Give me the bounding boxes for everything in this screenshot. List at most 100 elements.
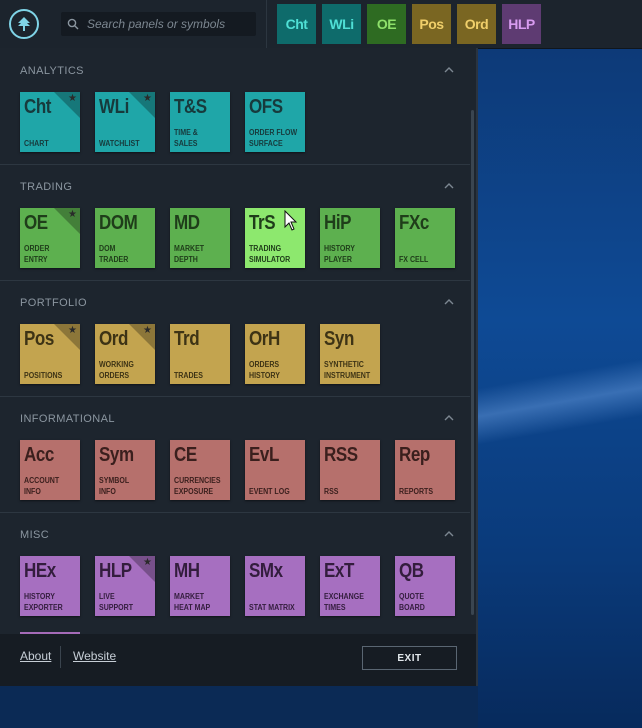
section-title: MISC — [20, 529, 50, 541]
tile-abbreviation: Syn — [324, 328, 354, 350]
section-title: INFORMATIONAL — [20, 413, 115, 425]
quick-tile-pos[interactable]: Pos — [412, 4, 451, 44]
panel-tile-ts[interactable]: T&S TIME & SALES — [170, 92, 230, 152]
section-title: TRADING — [20, 181, 73, 193]
about-link[interactable]: About — [20, 649, 51, 663]
tile-abbreviation: FXc — [399, 212, 429, 234]
panel-tile-qb[interactable]: QB QUOTE BOARD — [395, 556, 455, 616]
tile-abbreviation: CE — [174, 444, 197, 466]
collapse-chevron-up-icon[interactable] — [443, 181, 455, 191]
panel-tile-pos[interactable]: ★ Pos POSITIONS — [20, 324, 80, 384]
tile-label: STAT MATRIX — [249, 603, 295, 612]
tile-abbreviation: Sym — [99, 444, 134, 466]
quick-tile-ord[interactable]: Ord — [457, 4, 496, 44]
panel-tile-ext[interactable]: ExT EXCHANGE TIMES — [320, 556, 380, 616]
section-trading: TRADING ★ OE ORDER ENTRY DOM DOM TRADER MD MARK… — [0, 164, 470, 281]
panel-tile-oe[interactable]: ★ OE ORDER ENTRY — [20, 208, 80, 268]
tile-label: WATCHLIST — [99, 139, 140, 148]
tile-abbreviation: MH — [174, 560, 200, 582]
panel-tile-rss[interactable]: RSS RSS — [320, 440, 380, 500]
website-link[interactable]: Website — [73, 649, 116, 663]
tile-abbreviation: HEx — [24, 560, 56, 582]
panel-tile-ofs[interactable]: OFS ORDER FLOW SURFACE — [245, 92, 305, 152]
tile-label: MARKET HEAT MAP — [174, 592, 211, 612]
footer-divider — [60, 646, 61, 668]
tile-abbreviation: Rep — [399, 444, 430, 466]
panel-tile-trd[interactable]: Trd TRADES — [170, 324, 230, 384]
tile-abbreviation: OFS — [249, 96, 283, 118]
tile-abbreviation: ExT — [324, 560, 354, 582]
panel-tile-hex[interactable]: HEx HISTORY EXPORTER — [20, 556, 80, 616]
tile-abbreviation: QB — [399, 560, 424, 582]
panel-tile-ce[interactable]: CE CURRENCIES EXPOSURE — [170, 440, 230, 500]
section-misc: MISC HEx HISTORY EXPORTER ★ HLP LIVE SUPPORT M… — [0, 512, 470, 634]
tile-label: EVENT LOG — [249, 487, 290, 496]
collapse-chevron-up-icon[interactable] — [443, 529, 455, 539]
panel-tile-sym[interactable]: Sym SYMBOL INFO — [95, 440, 155, 500]
tile-label: FX CELL — [399, 255, 429, 264]
tile-abbreviation: Cht — [24, 96, 52, 118]
panel-tile-dom[interactable]: DOM DOM TRADER — [95, 208, 155, 268]
collapse-chevron-up-icon[interactable] — [443, 413, 455, 423]
quick-tile-hlp[interactable]: HLP — [502, 4, 541, 44]
favorite-star-icon[interactable]: ★ — [143, 325, 152, 337]
tile-abbreviation: Ord — [99, 328, 128, 350]
favorite-star-icon[interactable]: ★ — [68, 93, 77, 105]
collapse-chevron-up-icon[interactable] — [443, 297, 455, 307]
tile-abbreviation: OrH — [249, 328, 280, 350]
collapse-chevron-up-icon[interactable] — [443, 65, 455, 75]
tile-label: POSITIONS — [24, 371, 63, 380]
panel-tile-syn[interactable]: Syn SYNTHETIC INSTRUMENT — [320, 324, 380, 384]
tile-abbreviation: Acc — [24, 444, 54, 466]
panel-tile-hip[interactable]: HiP HISTORY PLAYER — [320, 208, 380, 268]
tile-label: RSS — [324, 487, 339, 496]
top-bar: ChtWLiOEPosOrdHLP — [0, 0, 642, 49]
scrollbar[interactable] — [471, 110, 474, 615]
tile-label: ACCOUNT INFO — [24, 476, 60, 496]
mouse-cursor-icon — [284, 210, 298, 231]
panel-tile-orh[interactable]: OrH ORDERS HISTORY — [245, 324, 305, 384]
app-logo[interactable] — [0, 0, 48, 48]
panel-tile-mh[interactable]: MH MARKET HEAT MAP — [170, 556, 230, 616]
panel-tile-fxc[interactable]: FXc FX CELL — [395, 208, 455, 268]
search-box[interactable] — [61, 12, 256, 36]
search-icon — [67, 18, 79, 30]
tile-label: TIME & SALES — [174, 128, 198, 148]
tile-abbreviation: HiP — [324, 212, 352, 234]
favorite-star-icon[interactable]: ★ — [143, 557, 152, 569]
tile-label: CHART — [24, 139, 49, 148]
panel-tile-rep[interactable]: Rep REPORTS — [395, 440, 455, 500]
favorite-star-icon[interactable]: ★ — [68, 325, 77, 337]
favorite-star-icon[interactable]: ★ — [143, 93, 152, 105]
panel-tile-md[interactable]: MD MARKET DEPTH — [170, 208, 230, 268]
favorite-star-icon[interactable]: ★ — [68, 209, 77, 221]
quick-tile-wli[interactable]: WLi — [322, 4, 361, 44]
tile-label: MARKET DEPTH — [174, 244, 205, 264]
tile-label: ORDER FLOW SURFACE — [249, 128, 298, 148]
search-input[interactable] — [85, 16, 249, 32]
tile-label: EXCHANGE TIMES — [324, 592, 364, 612]
panel-tile-wli[interactable]: ★ WLi WATCHLIST — [95, 92, 155, 152]
tile-label: REPORTS — [399, 487, 434, 496]
panel-tile-ord[interactable]: ★ Ord WORKING ORDERS — [95, 324, 155, 384]
tile-abbreviation: Trd — [174, 328, 200, 350]
tile-abbreviation: MD — [174, 212, 200, 234]
tile-label: HISTORY EXPORTER — [24, 592, 63, 612]
tile-abbreviation: HLP — [99, 560, 132, 582]
panel-tile-acc[interactable]: Acc ACCOUNT INFO — [20, 440, 80, 500]
tile-abbreviation: T&S — [174, 96, 207, 118]
panel-tile-evl[interactable]: EvL EVENT LOG — [245, 440, 305, 500]
tile-label: SYMBOL INFO — [99, 476, 130, 496]
exit-button[interactable]: EXIT — [362, 646, 457, 670]
tile-label: CURRENCIES EXPOSURE — [174, 476, 221, 496]
panel-tile-cht[interactable]: ★ Cht CHART — [20, 92, 80, 152]
tile-label: HISTORY PLAYER — [324, 244, 355, 264]
tile-abbreviation: RSS — [324, 444, 358, 466]
panel-tile-hlp[interactable]: ★ HLP LIVE SUPPORT — [95, 556, 155, 616]
tile-label: ORDERS HISTORY — [249, 360, 280, 380]
quick-tile-cht[interactable]: Cht — [277, 4, 316, 44]
panel-tile-smx[interactable]: SMx STAT MATRIX — [245, 556, 305, 616]
section-portfolio: PORTFOLIO ★ Pos POSITIONS ★ Ord WORKING ORDERS… — [0, 280, 470, 397]
tile-abbreviation: TrS — [249, 212, 276, 234]
quick-tile-oe[interactable]: OE — [367, 4, 406, 44]
